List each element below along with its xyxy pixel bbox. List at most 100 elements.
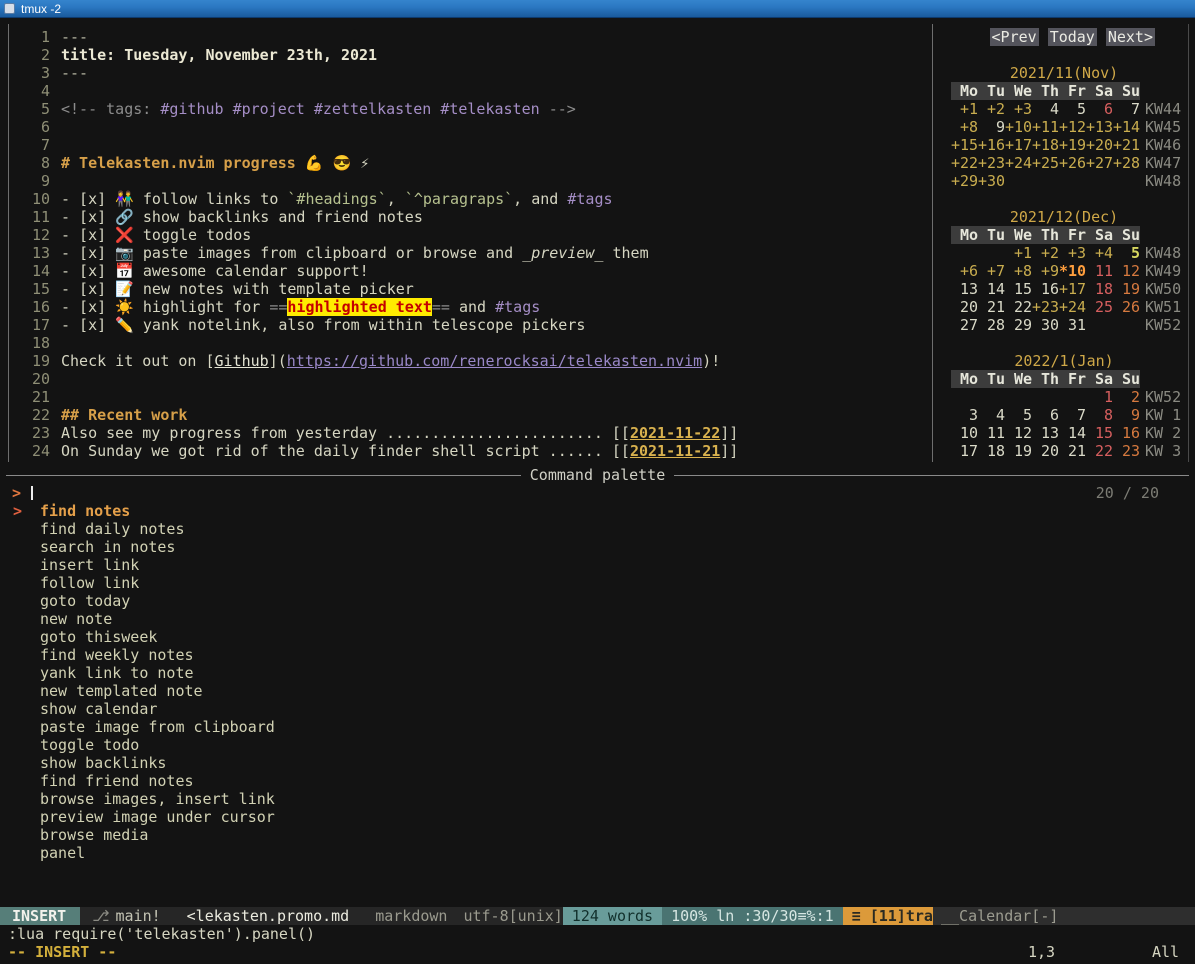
calendar-day[interactable]: 11 [1086,262,1113,280]
palette-item[interactable]: panel [0,844,930,862]
calendar-day[interactable]: 14 [978,280,1005,298]
calendar-day[interactable]: 6 [1032,406,1059,424]
calendar-day[interactable]: +9 [1032,262,1059,280]
editor-line[interactable]: 5<!-- tags: #github #project #zettelkast… [10,100,925,118]
calendar-day[interactable]: 21 [978,298,1005,316]
calendar-day[interactable]: +19 [1059,136,1086,154]
calendar-day[interactable]: 14 [1059,424,1086,442]
editor-line[interactable]: 22## Recent work [10,406,925,424]
palette-item[interactable]: paste image from clipboard [0,718,930,736]
editor-line[interactable]: 24On Sunday we got rid of the daily find… [10,442,925,460]
calendar-today-button[interactable]: Today [1048,28,1097,46]
calendar-prev-button[interactable]: <Prev [990,28,1039,46]
calendar-day[interactable]: 12 [1005,424,1032,442]
calendar-day[interactable]: +25 [1032,154,1059,172]
editor-line[interactable]: 21 [10,388,925,406]
command-line[interactable]: :lua require('telekasten').panel() [8,925,315,943]
calendar-day[interactable]: +6 [951,262,978,280]
calendar-day[interactable]: +4 [1086,244,1113,262]
palette-item[interactable]: browse media [0,826,930,844]
calendar-day[interactable]: +13 [1086,118,1113,136]
calendar-day[interactable]: 22 [1086,442,1113,460]
calendar-day[interactable]: 29 [1005,316,1032,334]
calendar-day[interactable]: 9 [1113,406,1140,424]
calendar-day[interactable]: 1 [1086,388,1113,406]
calendar-day[interactable]: 4 [1032,100,1059,118]
editor-line[interactable]: 11- [x] 🔗 show backlinks and friend note… [10,208,925,226]
palette-item[interactable]: search in notes [0,538,930,556]
calendar-day[interactable]: 20 [1032,442,1059,460]
palette-item[interactable]: follow link [0,574,930,592]
editor-line[interactable]: 3--- [10,64,925,82]
calendar-day[interactable]: +2 [1032,244,1059,262]
calendar-day[interactable]: 27 [951,316,978,334]
calendar-day[interactable]: 8 [1086,406,1113,424]
calendar-day[interactable]: 22 [1005,298,1032,316]
editor-line[interactable]: 16- [x] ☀️ highlight for ==highlighted t… [10,298,925,316]
editor-line[interactable]: 9 [10,172,925,190]
editor-line[interactable]: 18 [10,334,925,352]
editor-line[interactable]: 13- [x] 📷 paste images from clipboard or… [10,244,925,262]
editor-line[interactable]: 19Check it out on [Github](https://githu… [10,352,925,370]
calendar-day[interactable]: +7 [978,262,1005,280]
calendar-day[interactable]: 15 [1005,280,1032,298]
calendar-day[interactable]: 3 [951,406,978,424]
calendar-day[interactable]: 18 [1086,280,1113,298]
calendar-day[interactable]: +23 [978,154,1005,172]
editor-line[interactable]: 8# Telekasten.nvim progress 💪 😎 ⚡ [10,154,925,172]
calendar-day[interactable]: +8 [951,118,978,136]
palette-item[interactable]: goto today [0,592,930,610]
calendar-day[interactable]: 6 [1086,100,1113,118]
calendar-day[interactable]: 10 [951,424,978,442]
palette-item[interactable]: yank link to note [0,664,930,682]
calendar-day[interactable]: +30 [978,172,1005,190]
palette-item[interactable]: toggle todo [0,736,930,754]
calendar-day[interactable]: +22 [951,154,978,172]
calendar-day[interactable]: 7 [1113,100,1140,118]
palette-item[interactable]: new templated note [0,682,930,700]
calendar-day[interactable]: +14 [1113,118,1140,136]
calendar-day[interactable]: 31 [1059,316,1086,334]
editor-line[interactable]: 14- [x] 📅 awesome calendar support! [10,262,925,280]
palette-item[interactable]: goto thisweek [0,628,930,646]
calendar-next-button[interactable]: Next> [1106,28,1155,46]
calendar-day[interactable]: 25 [1086,298,1113,316]
calendar-day[interactable]: +27 [1086,154,1113,172]
calendar-day[interactable]: +10 [1005,118,1032,136]
calendar-day[interactable]: +8 [1005,262,1032,280]
calendar-day[interactable]: +1 [1005,244,1032,262]
calendar-day[interactable]: +26 [1059,154,1086,172]
calendar-day[interactable]: +21 [1113,136,1140,154]
editor-line[interactable]: 20 [10,370,925,388]
editor-line[interactable]: 10- [x] 👫 follow links to `#headings`, `… [10,190,925,208]
calendar-day[interactable]: +3 [1059,244,1086,262]
calendar-day[interactable]: 28 [978,316,1005,334]
calendar-day[interactable]: 20 [951,298,978,316]
calendar-day[interactable]: +3 [1005,100,1032,118]
calendar-day[interactable]: 9 [978,118,1005,136]
editor-line[interactable]: 23Also see my progress from yesterday ..… [10,424,925,442]
calendar-day[interactable]: +11 [1032,118,1059,136]
palette-item[interactable]: show calendar [0,700,930,718]
calendar-day[interactable]: +20 [1086,136,1113,154]
calendar-day[interactable]: 16 [1032,280,1059,298]
calendar-day[interactable]: 5 [1005,406,1032,424]
calendar-day[interactable]: 19 [1113,280,1140,298]
palette-prompt[interactable]: > 20 / 20 [0,484,1195,502]
calendar-day[interactable]: *10 [1059,262,1086,280]
palette-item[interactable]: show backlinks [0,754,930,772]
palette-item[interactable]: new note [0,610,930,628]
editor-line[interactable]: 7 [10,136,925,154]
calendar-day[interactable]: 5 [1059,100,1086,118]
calendar-day[interactable]: +18 [1032,136,1059,154]
calendar-day[interactable]: 11 [978,424,1005,442]
calendar-day[interactable]: +17 [1059,280,1086,298]
calendar-day[interactable]: 13 [1032,424,1059,442]
calendar-day[interactable]: 16 [1113,424,1140,442]
calendar-day[interactable]: 30 [1032,316,1059,334]
calendar-day[interactable]: 4 [978,406,1005,424]
editor-line[interactable]: 15- [x] 📝 new notes with template picker [10,280,925,298]
calendar-day[interactable]: 21 [1059,442,1086,460]
palette-item[interactable]: insert link [0,556,930,574]
calendar-day[interactable]: 19 [1005,442,1032,460]
